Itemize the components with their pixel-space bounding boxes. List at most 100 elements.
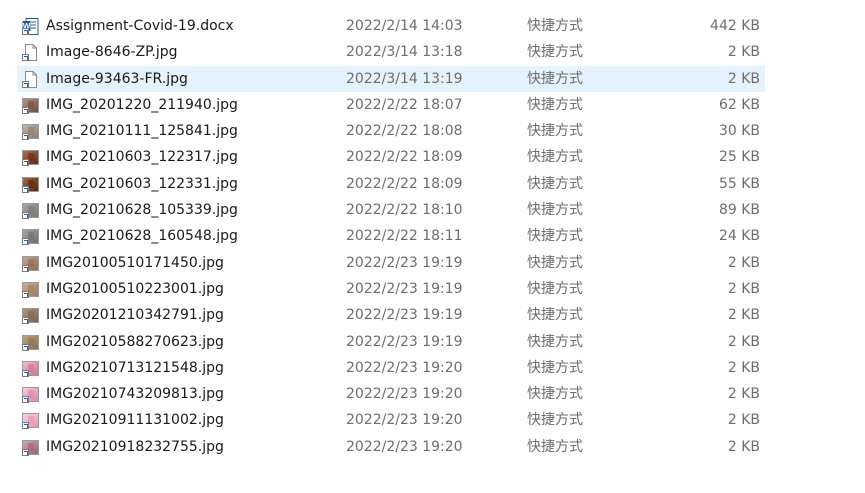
file-name[interactable]: Image-93463-FR.jpg [46, 66, 188, 92]
file-type: 快捷方式 [527, 96, 583, 113]
image-thumbnail-icon [22, 386, 39, 404]
file-type: 快捷方式 [527, 18, 583, 34]
file-row[interactable]: IMG_20210628_105339.jpg 2022/2/22 18:10 快捷… [0, 197, 865, 223]
file-name[interactable]: Image-8646-ZP.jpg [46, 39, 178, 65]
file-size: 2 KB [727, 70, 760, 87]
file-modified-date: 2022/2/23 19:19 [346, 280, 463, 297]
shortcut-arrow-icon [22, 185, 29, 193]
file-name[interactable]: IMG20210588270623.jpg [46, 329, 224, 355]
file-modified-date: 2022/2/22 18:11 [346, 228, 463, 245]
file-row[interactable]: IMG20210911131002.jpg 2022/2/23 19:20 快捷方式… [0, 407, 865, 433]
file-modified-date: 2022/2/14 14:03 [346, 18, 463, 34]
blank-file-icon [22, 44, 39, 62]
file-row[interactable]: IMG_20201220_211940.jpg 2022/2/22 18:07 快捷… [0, 92, 865, 118]
shortcut-arrow-icon [22, 264, 29, 272]
file-list: W Assignment-Covid-19.docx 2022/2/14 14:03… [0, 13, 865, 460]
file-size: 24 KB [718, 228, 760, 245]
file-type: 快捷方式 [527, 70, 583, 87]
image-thumbnail-icon [22, 412, 39, 430]
file-row[interactable]: Image-93463-FR.jpg 2022/3/14 13:19 快捷方式 2 K… [0, 65, 865, 93]
file-type: 快捷方式 [527, 175, 583, 192]
file-type: 快捷方式 [527, 438, 583, 455]
file-size: 62 KB [718, 96, 760, 113]
file-row[interactable]: IMG20210743209813.jpg 2022/2/23 19:20 快捷方式… [0, 381, 865, 407]
file-type: 快捷方式 [527, 386, 583, 403]
shortcut-arrow-icon [22, 133, 29, 141]
file-name[interactable]: IMG20210713121548.jpg [46, 355, 224, 381]
file-modified-date: 2022/2/23 19:20 [346, 438, 463, 455]
shortcut-arrow-icon [22, 369, 29, 377]
shortcut-arrow-icon [22, 80, 29, 88]
file-rows: W Assignment-Covid-19.docx 2022/2/14 14:03… [0, 13, 865, 460]
file-type: 快捷方式 [527, 307, 583, 324]
file-type: 快捷方式 [527, 359, 583, 376]
file-size: 30 KB [718, 123, 760, 140]
file-modified-date: 2022/3/14 13:18 [346, 44, 463, 61]
file-modified-date: 2022/2/22 18:09 [346, 149, 463, 166]
file-modified-date: 2022/2/23 19:20 [346, 386, 463, 403]
file-name[interactable]: IMG_20210628_105339.jpg [46, 197, 238, 223]
file-modified-date: 2022/2/22 18:07 [346, 96, 463, 113]
file-name[interactable]: IMG20210918232755.jpg [46, 434, 224, 460]
file-row[interactable]: IMG_20210603_122331.jpg 2022/2/22 18:09 快捷… [0, 171, 865, 197]
image-thumbnail-icon [22, 281, 39, 298]
file-type: 快捷方式 [527, 123, 583, 140]
file-row[interactable]: IMG_20210628_160548.jpg 2022/2/22 18:11 快捷… [0, 223, 865, 249]
shortcut-arrow-icon [22, 159, 29, 167]
file-name[interactable]: IMG_20210111_125841.jpg [46, 118, 238, 144]
file-row[interactable]: IMG20210918232755.jpg 2022/2/23 19:20 快捷方式… [0, 434, 865, 460]
file-name[interactable]: IMG20210743209813.jpg [46, 381, 224, 407]
file-type: 快捷方式 [527, 228, 583, 245]
file-size: 25 KB [718, 149, 760, 166]
file-row[interactable]: W Assignment-Covid-19.docx 2022/2/14 14:03… [0, 13, 865, 39]
shortcut-arrow-icon [22, 290, 29, 298]
file-modified-date: 2022/2/22 18:09 [346, 175, 463, 192]
file-row[interactable]: IMG20210588270623.jpg 2022/2/23 19:19 快捷方式… [0, 329, 865, 355]
file-row[interactable]: Image-8646-ZP.jpg 2022/3/14 13:18 快捷方式 2 KB [0, 39, 865, 65]
file-size: 2 KB [727, 412, 760, 429]
file-type: 快捷方式 [527, 280, 583, 297]
file-row[interactable]: IMG20100510223001.jpg 2022/2/23 19:19 快捷方式… [0, 276, 865, 302]
file-row[interactable]: IMG20201210342791.jpg 2022/2/23 19:19 快捷方式… [0, 302, 865, 328]
file-row[interactable]: IMG_20210603_122317.jpg 2022/2/22 18:09 快捷… [0, 144, 865, 170]
file-name[interactable]: IMG_20201220_211940.jpg [46, 92, 238, 118]
file-size: 2 KB [727, 44, 760, 61]
shortcut-arrow-icon [22, 343, 29, 351]
image-thumbnail-icon [22, 307, 39, 325]
image-thumbnail-icon [22, 439, 39, 456]
image-thumbnail-icon [22, 228, 39, 246]
file-modified-date: 2022/3/14 13:19 [346, 70, 463, 87]
file-modified-date: 2022/2/23 19:19 [346, 254, 463, 271]
file-modified-date: 2022/2/23 19:19 [346, 307, 463, 324]
file-row[interactable]: IMG_20210111_125841.jpg 2022/2/22 18:08 快捷… [0, 118, 865, 144]
file-size: 2 KB [727, 254, 760, 271]
image-thumbnail-icon [22, 97, 39, 114]
file-type: 快捷方式 [527, 333, 583, 350]
shortcut-arrow-icon [22, 317, 29, 325]
file-size: 89 KB [718, 202, 760, 219]
file-name[interactable]: IMG20100510171450.jpg [46, 250, 224, 276]
file-modified-date: 2022/2/23 19:19 [346, 333, 463, 350]
file-size: 2 KB [727, 333, 760, 350]
file-name[interactable]: IMG_20210603_122331.jpg [46, 171, 238, 197]
file-name[interactable]: IMG20210911131002.jpg [46, 407, 224, 433]
file-modified-date: 2022/2/22 18:08 [346, 123, 463, 140]
word-document-icon: W [22, 18, 39, 35]
file-type: 快捷方式 [527, 254, 583, 271]
file-name[interactable]: IMG20100510223001.jpg [46, 276, 224, 302]
file-name[interactable]: IMG_20210628_160548.jpg [46, 223, 238, 249]
file-size: 55 KB [718, 175, 760, 192]
image-thumbnail-icon [22, 202, 39, 220]
file-row[interactable]: IMG20100510171450.jpg 2022/2/23 19:19 快捷方式… [0, 250, 865, 276]
file-name[interactable]: Assignment-Covid-19.docx [46, 13, 234, 39]
file-size: 2 KB [727, 438, 760, 455]
shortcut-arrow-icon [22, 238, 29, 246]
shortcut-arrow-icon [22, 212, 29, 220]
file-name[interactable]: IMG20201210342791.jpg [46, 302, 224, 328]
image-thumbnail-icon [22, 123, 39, 141]
file-row[interactable]: IMG20210713121548.jpg 2022/2/23 19:20 快捷方式… [0, 355, 865, 381]
file-type: 快捷方式 [527, 202, 583, 219]
file-size: 2 KB [727, 280, 760, 297]
file-size: 2 KB [727, 386, 760, 403]
file-name[interactable]: IMG_20210603_122317.jpg [46, 144, 238, 170]
